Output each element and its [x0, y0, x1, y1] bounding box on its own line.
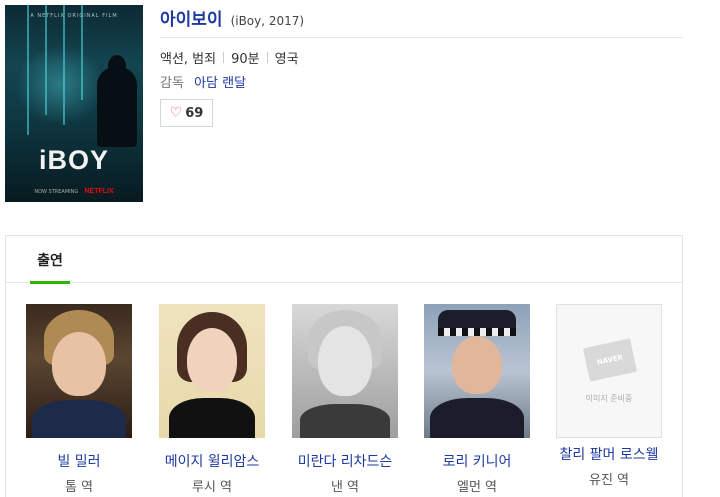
movie-meta: 액션, 범죄 90분 영국	[160, 48, 683, 67]
movie-genre: 액션, 범죄	[160, 52, 217, 67]
photo-face	[187, 328, 237, 392]
cast-member[interactable]: 로리 키니어 엘먼 역	[424, 304, 530, 495]
cast-member[interactable]: 빌 밀러 톰 역	[26, 304, 132, 495]
divider	[223, 52, 225, 63]
image-placeholder-text: 이미지 준비중	[585, 394, 633, 403]
cast-name[interactable]: 미란다 리차드슨	[292, 451, 398, 471]
cast-member[interactable]: 메이지 윌리암스 루시 역	[159, 304, 265, 495]
poster-light-beam	[81, 5, 83, 100]
poster-bottom-line: NOW STREAMING NETFLIX	[5, 187, 143, 195]
cast-name[interactable]: 빌 밀러	[26, 451, 132, 471]
cast-photo[interactable]	[424, 304, 530, 438]
cast-role: 엘먼 역	[456, 480, 497, 495]
cast-name[interactable]: 메이지 윌리암스	[159, 451, 265, 471]
cast-panel: 출연 빌 밀러 톰 역 메이지 윌리암스 루시 역 미란다 리차드슨 낸 역 로…	[5, 235, 683, 497]
tab-active-indicator	[30, 281, 70, 284]
photo-body	[300, 404, 390, 438]
director-label: 감독	[160, 76, 184, 91]
poster-streaming-text: NOW STREAMING	[34, 189, 79, 195]
cast-name[interactable]: 찰리 팔머 로스웰	[556, 444, 662, 464]
cast-photo[interactable]	[26, 304, 132, 438]
cast-photo[interactable]	[292, 304, 398, 438]
netflix-logo: NETFLIX	[84, 188, 114, 195]
movie-country: 영국	[274, 52, 299, 67]
movie-title[interactable]: 아이보이	[160, 5, 223, 30]
title-row: 아이보이 (iBoy, 2017)	[160, 5, 683, 38]
cast-role: 유진 역	[588, 473, 629, 488]
photo-body	[169, 398, 255, 438]
photo-body	[430, 398, 524, 438]
photo-body	[32, 400, 126, 438]
poster-top-text: A NETFLIX ORIGINAL FILM	[30, 13, 118, 19]
heart-icon: ♡	[169, 105, 183, 121]
movie-info: 아이보이 (iBoy, 2017) 액션, 범죄 90분 영국 감독 아담 랜달…	[160, 5, 683, 127]
movie-poster[interactable]: A NETFLIX ORIGINAL FILM iBOY NOW STREAMI…	[5, 5, 143, 202]
photo-cap-band	[438, 328, 516, 336]
cast-name[interactable]: 로리 키니어	[424, 451, 530, 471]
movie-runtime: 90분	[231, 52, 260, 67]
cast-photo-placeholder[interactable]: NAVER 이미지 준비중	[556, 304, 662, 438]
photo-face	[452, 336, 502, 394]
like-button[interactable]: ♡ 69	[160, 99, 213, 127]
cast-tabs: 출연	[6, 236, 682, 284]
image-placeholder-icon: NAVER	[582, 338, 638, 382]
cast-role: 톰 역	[64, 480, 94, 495]
cast-photo[interactable]	[159, 304, 265, 438]
poster-figure	[97, 67, 137, 147]
poster-title: iBOY	[38, 145, 109, 175]
photo-face	[52, 332, 106, 396]
cast-role: 낸 역	[330, 480, 360, 495]
movie-original-title-year: (iBoy, 2017)	[230, 14, 305, 28]
cast-member[interactable]: NAVER 이미지 준비중 찰리 팔머 로스웰 유진 역	[556, 304, 662, 488]
director-link[interactable]: 아담 랜달	[194, 76, 246, 91]
like-count: 69	[185, 105, 204, 121]
cast-role: 루시 역	[191, 480, 232, 495]
tab-cast[interactable]: 출연	[30, 236, 70, 283]
cast-member[interactable]: 미란다 리차드슨 낸 역	[292, 304, 398, 495]
poster-light-beam	[63, 5, 65, 125]
poster-light-beam	[27, 5, 29, 135]
director-row: 감독 아담 랜달	[160, 72, 683, 91]
photo-face	[318, 326, 372, 396]
poster-light-beam	[45, 5, 47, 115]
divider	[266, 52, 268, 63]
